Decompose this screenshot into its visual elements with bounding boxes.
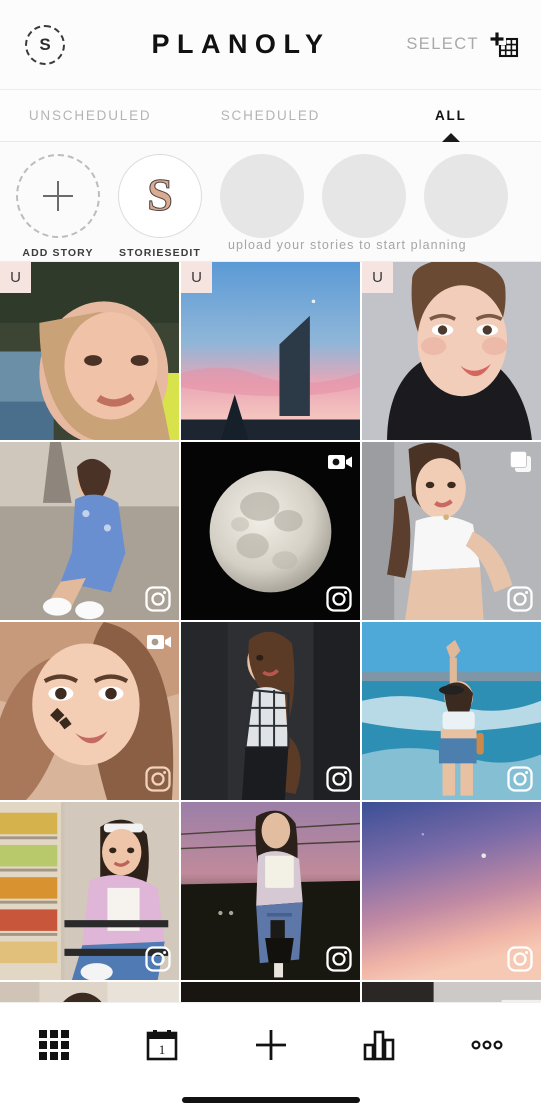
video-icon (146, 629, 172, 655)
instagram-icon (326, 946, 352, 972)
instagram-icon (507, 586, 533, 612)
carousel-icon (508, 449, 534, 475)
app-header: S PLANOLY SELECT (0, 0, 541, 90)
story-placeholder-circle[interactable] (424, 154, 508, 238)
post-thumbnail (0, 982, 179, 1002)
table-row[interactable] (0, 442, 179, 620)
stories-hint-text: upload your stories to start planning (228, 238, 467, 252)
story-label: ADD STORY (22, 247, 94, 259)
table-row[interactable] (362, 622, 541, 800)
story-placeholder-2[interactable] (320, 154, 408, 238)
nav-add-post[interactable] (216, 1019, 324, 1071)
table-row[interactable] (362, 802, 541, 980)
plus-icon (255, 1030, 286, 1060)
story-placeholder-1[interactable] (218, 154, 306, 238)
table-row[interactable] (181, 982, 360, 1002)
add-story-circle[interactable] (16, 154, 100, 238)
table-row[interactable]: U (181, 262, 360, 440)
profile-avatar-button[interactable]: S (22, 22, 68, 68)
status-badge: U (181, 262, 212, 293)
instagram-icon (507, 946, 533, 972)
video-icon (327, 449, 353, 475)
table-row[interactable]: U (362, 262, 541, 440)
calendar-icon: 1 (146, 1030, 178, 1061)
table-row[interactable] (181, 802, 360, 980)
instagram-icon (145, 946, 171, 972)
filter-tabs: UNSCHEDULED SCHEDULED ALL (0, 90, 541, 142)
select-label: SELECT (406, 35, 479, 53)
stories-row: ADD STORY S STORIESEDIT upload your stor… (0, 142, 541, 262)
more-dots-icon (471, 1040, 503, 1050)
storiesedit-s-logo: S (147, 168, 174, 220)
grid-icon (39, 1030, 70, 1060)
bar-chart-icon (363, 1030, 395, 1061)
avatar-letter: S (39, 34, 51, 54)
table-row[interactable]: U (0, 262, 179, 440)
table-row[interactable] (0, 622, 179, 800)
home-indicator (181, 1097, 360, 1103)
table-row[interactable] (181, 442, 360, 620)
nav-grid-view[interactable] (0, 1019, 108, 1071)
story-placeholder-circle[interactable] (220, 154, 304, 238)
media-grid: U U U (0, 262, 541, 1002)
nav-calendar-view[interactable]: 1 (108, 1019, 216, 1071)
bottom-navigation: 1 (0, 1002, 541, 1120)
post-thumbnail (362, 982, 541, 1002)
tab-scheduled[interactable]: SCHEDULED (180, 90, 360, 141)
select-button[interactable]: SELECT (406, 30, 519, 60)
storiesedit-circle[interactable]: S (118, 154, 202, 238)
table-row[interactable] (181, 622, 360, 800)
story-storiesedit[interactable]: S STORIESEDIT (116, 154, 204, 259)
table-row[interactable] (0, 982, 179, 1002)
nav-analytics[interactable] (325, 1019, 433, 1071)
page-title: PLANOLY (151, 29, 331, 59)
table-row[interactable] (362, 982, 541, 1002)
instagram-icon (145, 586, 171, 612)
table-row[interactable] (0, 802, 179, 980)
instagram-icon (326, 766, 352, 792)
table-row[interactable] (362, 442, 541, 620)
story-placeholder-circle[interactable] (322, 154, 406, 238)
story-label: STORIESEDIT (119, 247, 201, 259)
add-to-grid-icon (489, 32, 519, 57)
nav-more[interactable] (433, 1019, 541, 1071)
plus-icon-bar (43, 194, 73, 198)
story-placeholder-3[interactable] (422, 154, 510, 238)
calendar-day-number: 1 (159, 1042, 166, 1057)
story-add-story[interactable]: ADD STORY (14, 154, 102, 259)
status-badge: U (0, 262, 31, 293)
tab-all[interactable]: ALL (361, 90, 541, 141)
post-thumbnail (181, 982, 360, 1002)
tab-unscheduled[interactable]: UNSCHEDULED (0, 90, 180, 141)
media-grid-container[interactable]: U U U (0, 262, 541, 1002)
status-badge: U (362, 262, 393, 293)
instagram-icon (326, 586, 352, 612)
instagram-icon (507, 766, 533, 792)
instagram-icon (145, 766, 171, 792)
